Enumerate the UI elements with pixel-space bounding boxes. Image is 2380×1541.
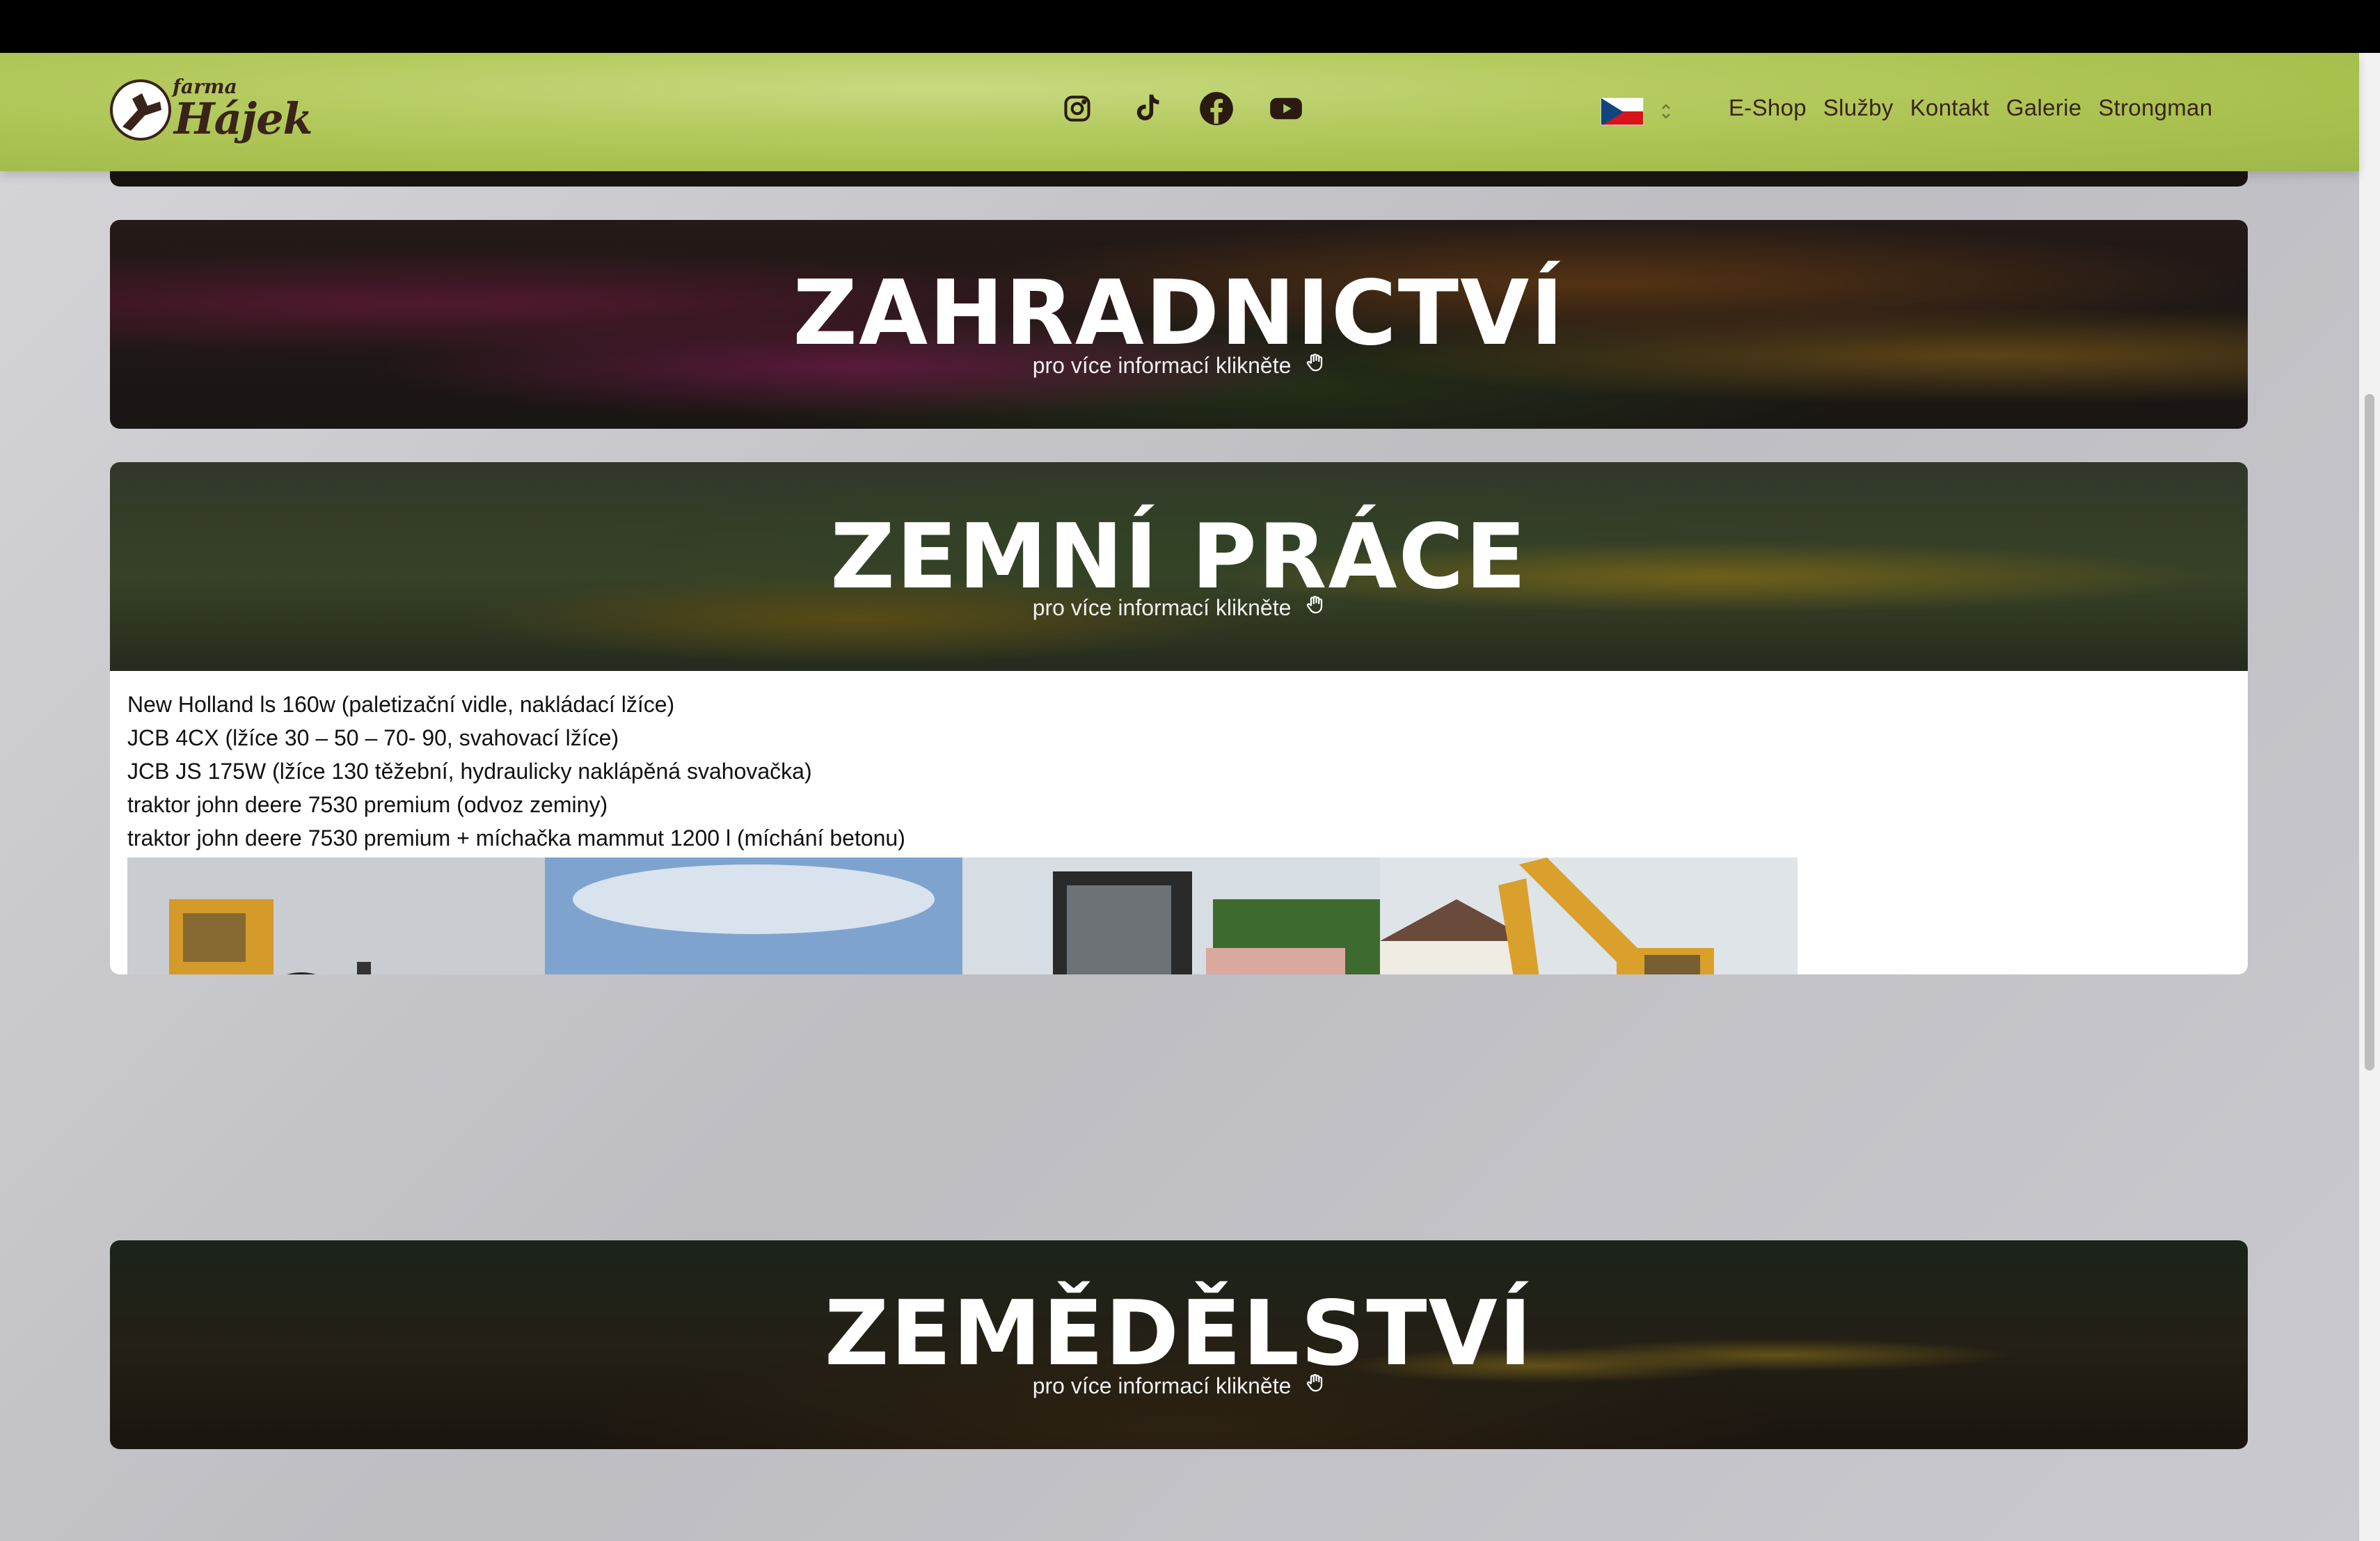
- service-title: ZAHRADNICTVÍ: [793, 262, 1565, 365]
- hand-pointer-icon: [1304, 353, 1325, 378]
- tiktok-icon[interactable]: [1127, 89, 1166, 128]
- scrollbar-thumb[interactable]: [2365, 394, 2374, 1070]
- nav-eshop[interactable]: E-Shop: [1729, 95, 1807, 121]
- service-details: New Holland ls 160w (paletizační vidle, …: [110, 671, 2248, 974]
- browser-top-bar: [0, 0, 2380, 53]
- equipment-line: JCB 4CX (lžíce 30 – 50 – 70- 90, svahova…: [127, 725, 619, 750]
- social-links: [1058, 89, 1306, 128]
- service-card-zemni-prace[interactable]: ZEMNÍ PRÁCE pro více informací klikněte …: [110, 462, 2248, 974]
- nav-sluzby[interactable]: Služby: [1823, 95, 1894, 121]
- equipment-gallery: [127, 858, 2230, 974]
- hand-pointer-icon: [1304, 1373, 1325, 1398]
- language-selector[interactable]: [1601, 97, 1672, 125]
- equipment-line: traktor john deere 7530 premium (odvoz z…: [127, 792, 608, 817]
- service-cta: pro více informací klikněte: [110, 1373, 2248, 1399]
- nav-kontakt[interactable]: Kontakt: [1910, 95, 1990, 121]
- hand-pointer-icon: [1304, 595, 1325, 620]
- service-card-zemedelstvi[interactable]: ZEMĚDĚLSTVÍ pro více informací klikněte: [110, 1240, 2248, 1449]
- service-cta: pro více informací klikněte: [110, 594, 2248, 621]
- youtube-icon[interactable]: [1267, 89, 1306, 128]
- tractor-logo-icon: [110, 79, 171, 141]
- previous-section-edge: [110, 171, 2248, 187]
- instagram-icon[interactable]: [1058, 89, 1097, 128]
- facebook-icon[interactable]: [1197, 89, 1236, 128]
- logo-big-text: Hájek: [174, 93, 313, 144]
- service-cta: pro více informací klikněte: [110, 352, 2248, 379]
- nav-galerie[interactable]: Galerie: [2006, 95, 2081, 121]
- chevron-up-down-icon: [1660, 102, 1672, 121]
- nav-strongman[interactable]: Strongman: [2098, 95, 2212, 121]
- equipment-line: New Holland ls 160w (paletizační vidle, …: [127, 692, 675, 717]
- farma-hajek-logo[interactable]: farma Hájek: [110, 74, 313, 150]
- equipment-line: JCB JS 175W (lžíce 130 těžební, hydrauli…: [127, 759, 812, 784]
- equipment-line: traktor john deere 7530 premium + míchač…: [127, 825, 905, 851]
- service-title: ZEMNÍ PRÁCE: [830, 505, 1528, 609]
- main-navigation: E-Shop Služby Kontakt Galerie Strongman: [1729, 95, 2212, 121]
- service-title: ZEMĚDĚLSTVÍ: [824, 1282, 1534, 1386]
- backhoe-loader-photo[interactable]: [127, 858, 545, 974]
- jcb-excavator-photo[interactable]: [1380, 858, 1798, 974]
- new-holland-skid-steer-photo[interactable]: [962, 858, 1380, 974]
- john-deere-tractor-photo[interactable]: [545, 858, 962, 974]
- czech-flag-icon: [1601, 97, 1644, 125]
- service-card-zahradnictvi[interactable]: ZAHRADNICTVÍ pro více informací klikněte: [110, 220, 2248, 429]
- site-header: farma Hájek E-Shop Služby Kontakt Galeri…: [0, 53, 2359, 171]
